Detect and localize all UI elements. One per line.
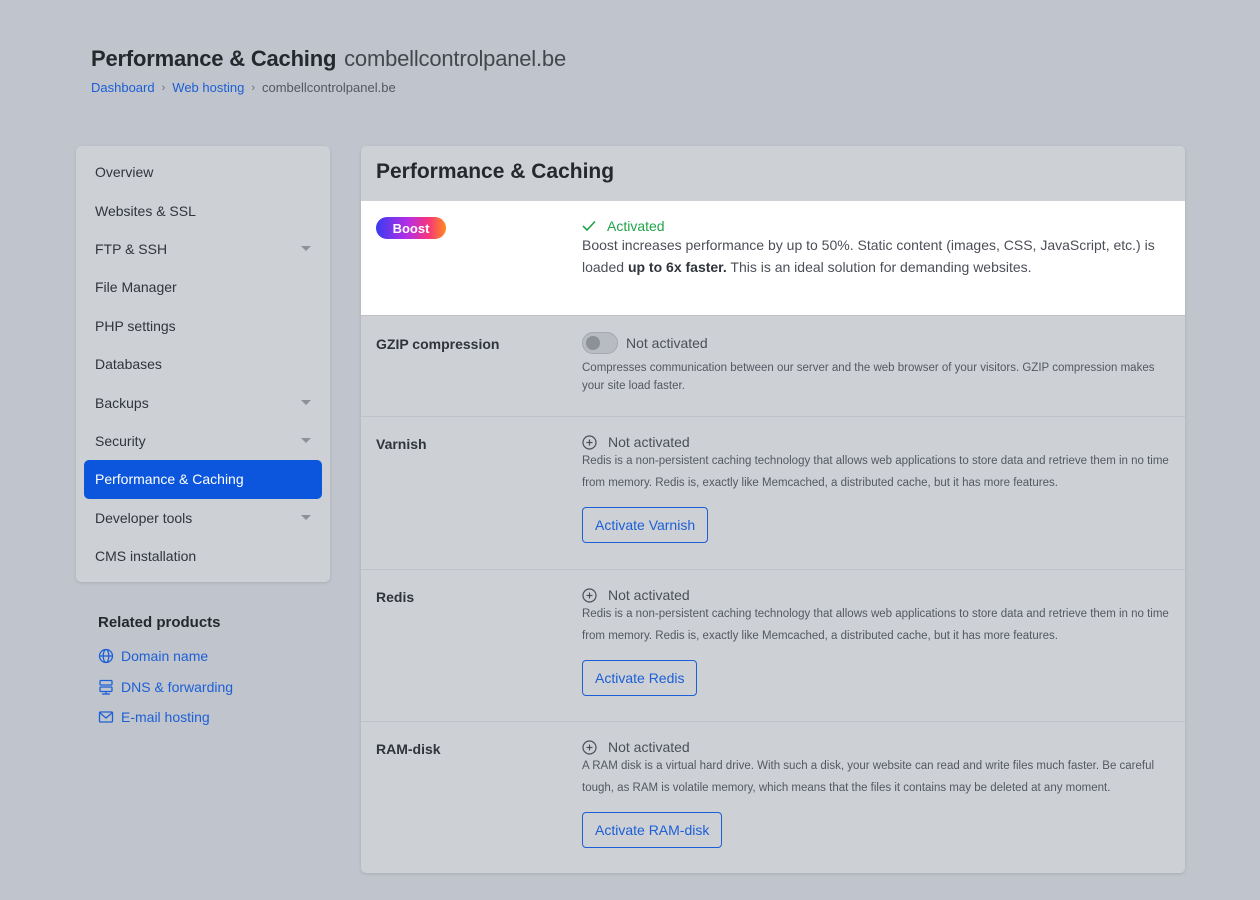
varnish-label: Varnish (376, 436, 427, 452)
boost-desc-bold: up to 6x faster. (627, 259, 727, 275)
related-link-label: DNS & forwarding (121, 678, 234, 695)
mail-icon (98, 711, 114, 723)
gzip-content: Not activated Compresses communication b… (582, 332, 1169, 395)
gzip-description: Compresses communication between our ser… (582, 362, 1155, 392)
ramdisk-description: A RAM disk is a virtual hard drive. With… (582, 760, 1155, 794)
activate-redis-button[interactable]: Activate Redis (582, 660, 698, 696)
sidebar-item-security[interactable]: Security (76, 422, 330, 460)
varnish-row: Varnish Not activated Redis is a non-per… (361, 416, 1185, 569)
chevron-down-icon[interactable] (301, 400, 311, 406)
redis-description: Redis is a non-persistent caching techno… (582, 608, 1169, 642)
related-link-domain-name[interactable]: Domain name (98, 641, 233, 672)
page-header: Performance & Caching combellcontrolpane… (91, 46, 566, 95)
sidebar-item-label: Databases (95, 356, 162, 373)
panel-title: Performance & Caching (376, 160, 615, 183)
sidebar-item-label: File Manager (95, 279, 177, 296)
chevron-down-icon[interactable] (301, 246, 311, 252)
gzip-toggle[interactable] (582, 332, 618, 354)
gzip-status: Not activated (582, 332, 1169, 354)
check-icon (582, 220, 596, 232)
breadcrumb-web-hosting[interactable]: Web hosting (172, 80, 244, 95)
redis-status-text: Not activated (608, 587, 690, 603)
performance-panel: Performance & Caching Boost Activated Bo… (361, 146, 1185, 873)
globe-icon (98, 649, 114, 664)
breadcrumb-separator-icon: › (161, 81, 166, 94)
sidebar-item-label: FTP & SSH (95, 240, 168, 257)
related-link-email-hosting[interactable]: E-mail hosting (98, 702, 233, 733)
boost-status-text: Activated (607, 218, 665, 234)
sidebar-item-label: CMS installation (95, 548, 197, 565)
varnish-status: Not activated (582, 434, 1169, 450)
ramdisk-status: Not activated (582, 739, 1169, 755)
breadcrumb: Dashboard › Web hosting › combellcontrol… (91, 80, 566, 95)
boost-description: Boost increases performance by up to 50%… (582, 234, 1169, 278)
sidebar-item-ftp-ssh[interactable]: FTP & SSH (76, 230, 330, 268)
sidebar-item-overview[interactable]: Overview (76, 153, 330, 191)
breadcrumb-separator-icon: › (251, 81, 255, 94)
sidebar-item-label: Security (95, 432, 146, 449)
varnish-content: Not activated Redis is a non-persistent … (582, 434, 1169, 543)
related-products: Related products Domain name DNS & forwa… (98, 614, 233, 733)
related-link-dns-forwarding[interactable]: DNS & forwarding (98, 672, 233, 703)
boost-desc-part-b: This is an ideal solution for demanding … (726, 259, 1032, 275)
redis-status: Not activated (582, 587, 1169, 603)
gzip-row: GZIP compression Not activated Compresse… (361, 315, 1185, 416)
redis-content: Not activated Redis is a non-persistent … (582, 587, 1169, 696)
related-link-label: Domain name (121, 648, 209, 665)
sidebar-item-label: Developer tools (95, 509, 193, 526)
sidebar-nav: Overview Websites & SSL FTP & SSH File M… (76, 146, 330, 582)
activate-varnish-button[interactable]: Activate Varnish (582, 507, 709, 543)
ramdisk-row: RAM-disk Not activated A RAM disk is a v… (361, 721, 1185, 873)
plus-circle-icon (582, 739, 597, 755)
sidebar-item-label: PHP settings (95, 317, 176, 334)
sidebar-item-file-manager[interactable]: File Manager (76, 268, 330, 306)
varnish-status-text: Not activated (608, 434, 690, 450)
sidebar-item-label: Backups (95, 394, 149, 411)
sidebar-item-databases[interactable]: Databases (76, 345, 330, 383)
ramdisk-content: Not activated A RAM disk is a virtual ha… (582, 739, 1169, 848)
sidebar-item-backups[interactable]: Backups (76, 383, 330, 421)
page-title-main: Performance & Caching (91, 46, 337, 71)
breadcrumb-dashboard[interactable]: Dashboard (91, 80, 155, 95)
boost-content: Activated Boost increases performance by… (582, 218, 1169, 278)
sidebar-item-label: Performance & Caching (95, 471, 244, 488)
sidebar-item-label: Overview (95, 164, 154, 181)
redis-row: Redis Not activated Redis is a non-persi… (361, 569, 1185, 721)
boost-badge: Boost (376, 217, 446, 239)
ramdisk-status-text: Not activated (608, 739, 690, 755)
plus-circle-icon (582, 434, 597, 450)
sidebar-item-cms-installation[interactable]: CMS installation (76, 537, 330, 575)
sidebar-item-label: Websites & SSL (95, 202, 196, 219)
page-title: Performance & Caching combellcontrolpane… (91, 46, 566, 72)
boost-status: Activated (582, 218, 1169, 234)
chevron-down-icon[interactable] (301, 515, 311, 521)
server-icon (99, 679, 113, 695)
activate-ramdisk-button[interactable]: Activate RAM-disk (582, 812, 723, 848)
boost-row: Boost Activated Boost increases performa… (361, 201, 1185, 315)
redis-label: Redis (376, 589, 415, 605)
related-products-title: Related products (98, 614, 221, 631)
gzip-label: GZIP compression (376, 336, 500, 352)
breadcrumb-current: combellcontrolpanel.be (261, 80, 396, 95)
chevron-down-icon[interactable] (301, 438, 311, 444)
toggle-knob (586, 336, 600, 350)
sidebar-item-developer-tools[interactable]: Developer tools (76, 499, 330, 537)
sidebar-item-websites-ssl[interactable]: Websites & SSL (76, 191, 330, 229)
sidebar-item-php-settings[interactable]: PHP settings (76, 307, 330, 345)
related-link-label: E-mail hosting (121, 709, 210, 726)
gzip-status-text: Not activated (626, 335, 708, 351)
plus-circle-icon (582, 587, 597, 603)
page-title-domain: combellcontrolpanel.be (344, 46, 566, 71)
ramdisk-label: RAM-disk (376, 741, 441, 757)
sidebar-item-performance-caching[interactable]: Performance & Caching (84, 460, 322, 499)
varnish-description: Redis is a non-persistent caching techno… (582, 455, 1169, 489)
